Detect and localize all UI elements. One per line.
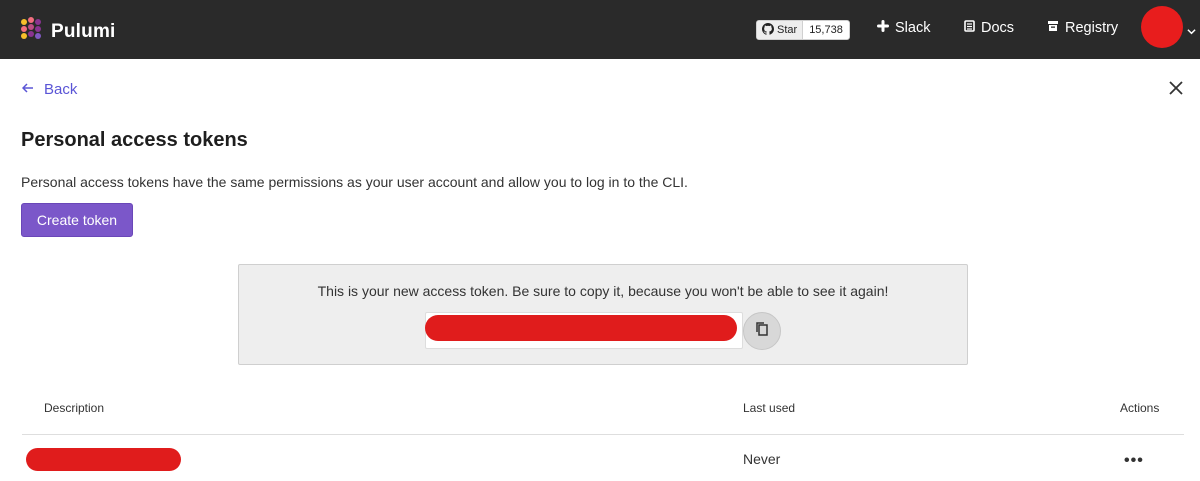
- column-header-last-used: Last used: [743, 401, 796, 415]
- nav-slack-label: Slack: [895, 20, 931, 36]
- new-token-message: This is your new access token. Be sure t…: [317, 283, 889, 299]
- brand-logo-link[interactable]: Pulumi: [20, 17, 116, 46]
- pulumi-logo-icon: [20, 17, 42, 46]
- nav-docs-label: Docs: [981, 20, 1015, 36]
- back-link[interactable]: Back: [21, 81, 78, 98]
- github-star-label: Star: [777, 24, 798, 36]
- nav-slack-link[interactable]: Slack: [877, 20, 930, 36]
- column-header-actions: Actions: [1120, 401, 1160, 415]
- chevron-down-icon[interactable]: [1187, 23, 1196, 41]
- github-icon: [762, 22, 774, 38]
- nav-registry-link[interactable]: Registry: [1047, 20, 1118, 36]
- copy-token-button[interactable]: [743, 312, 781, 350]
- table-header-divider: [22, 434, 1184, 435]
- copy-icon: [755, 321, 769, 342]
- redaction-mark: [425, 315, 737, 341]
- registry-icon: [1047, 20, 1059, 36]
- github-star-count: 15,738: [809, 24, 843, 36]
- github-star-button[interactable]: Star 15,738: [756, 20, 850, 40]
- create-token-button[interactable]: Create token: [21, 203, 133, 237]
- token-description-redacted: [26, 448, 181, 471]
- close-icon[interactable]: [1168, 80, 1184, 101]
- slack-icon: [877, 20, 889, 36]
- docs-icon: [963, 20, 975, 36]
- page-title: Personal access tokens: [21, 129, 248, 151]
- user-avatar[interactable]: [1141, 6, 1183, 48]
- column-header-description: Description: [44, 401, 105, 415]
- page-description: Personal access tokens have the same per…: [21, 174, 688, 190]
- back-label: Back: [44, 81, 78, 98]
- token-last-used: Never: [743, 451, 781, 467]
- nav-registry-label: Registry: [1065, 20, 1119, 36]
- top-navbar: Pulumi Star 15,738 Slack Docs Registry: [0, 0, 1200, 59]
- github-star-segment: Star: [757, 21, 804, 39]
- row-actions-menu[interactable]: •••: [1124, 452, 1144, 470]
- new-token-panel: This is your new access token. Be sure t…: [238, 264, 968, 365]
- nav-docs-link[interactable]: Docs: [963, 20, 1014, 36]
- arrow-left-icon: [21, 81, 34, 98]
- brand-name: Pulumi: [51, 20, 116, 42]
